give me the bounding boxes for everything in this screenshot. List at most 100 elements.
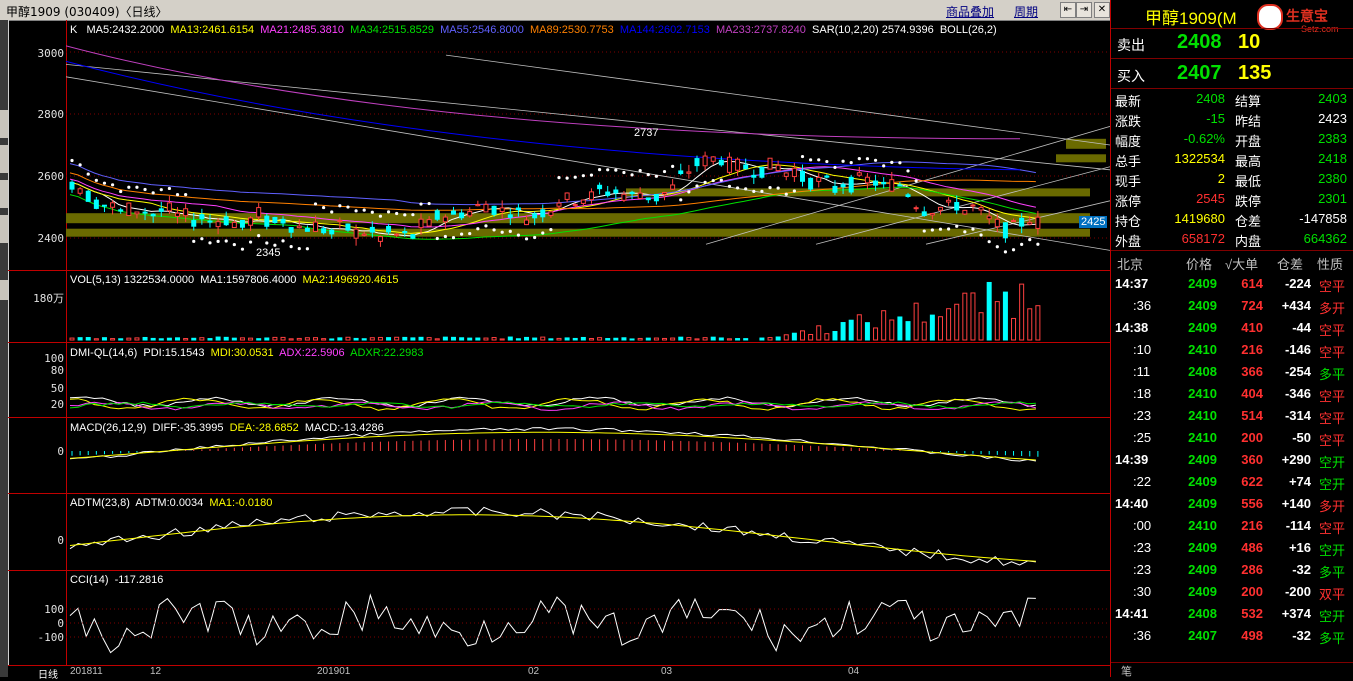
tick-nature: 多平 [1319,631,1346,646]
candle-body [686,171,692,174]
volume-bar [905,321,911,341]
tick-volume: 410 [1241,320,1263,335]
low-marker: 2345 [256,247,281,259]
side-tab[interactable] [0,180,8,208]
macd-indicator-line: MACD(26,12,9) DIFF:-35.3995 DEA:-28.6852… [70,422,384,434]
tick-time: :18 [1133,386,1152,401]
candle-body [215,221,221,228]
volume-bar [386,337,392,341]
sar-dot [557,176,561,180]
tick-time: :30 [1133,584,1152,599]
close-icon[interactable]: ✕ [1094,2,1110,18]
candle-body [702,155,708,167]
sar-dot [776,186,780,190]
candle-body [150,213,156,217]
stat-label: 开盘 [1235,134,1262,149]
candle-body [929,213,935,216]
volume-bar [507,336,513,341]
stat-label: 涨跌 [1115,114,1142,129]
candle-body [605,191,611,196]
adxr-value: ADXR:22.2983 [350,347,424,359]
adtm-label: ADTM(23,8) [70,497,130,509]
sar-dot [963,230,967,234]
y-label: 0 [57,445,64,458]
sar-dot [947,227,951,231]
side-tab[interactable] [0,145,8,173]
chart-plot-area[interactable] [66,20,1110,665]
volume-bar [889,319,895,341]
sar-dot [184,193,188,197]
volume-bar [662,337,668,341]
candle-body [678,170,684,174]
period-link[interactable]: 周期 [1014,3,1038,20]
stat-label: 涨停 [1115,194,1142,209]
sar-dot [646,173,650,177]
sar-dot [735,186,740,190]
sar-dot [508,229,512,233]
x-label: 201811 [70,666,103,677]
volume-bar [142,336,148,341]
mdi-value: MDI:30.0531 [210,347,274,359]
volume-bar [791,332,797,341]
volume-bar [986,281,992,341]
volume-bar [621,337,627,341]
x-label: 04 [848,666,860,677]
volume-bar [248,337,254,341]
candle-body [954,201,960,211]
overlay-link[interactable]: 商品叠加 [946,3,994,20]
stat-label: 内盘 [1235,234,1262,249]
candle-body [377,236,383,242]
side-tab[interactable] [0,280,8,300]
tick-nature: 多开 [1319,301,1346,316]
expand-right-icon[interactable]: ⇥ [1076,2,1092,18]
candle-body [905,194,911,198]
volume-bar [629,338,635,341]
sar-dot [987,240,991,244]
volume-bar [694,338,700,341]
tick-oi-diff: -146 [1284,342,1311,357]
side-tab[interactable] [0,215,8,243]
sar-dot [395,211,399,216]
candle-body [288,227,294,233]
candle-body [101,204,107,207]
tick-price: 2409 [1188,298,1217,313]
volume-bar [280,336,286,341]
tick-oi-diff: -346 [1284,386,1311,401]
stat-value: 2545 [1196,191,1225,206]
volume-bar [864,322,870,341]
expand-left-icon[interactable]: ⇤ [1060,2,1076,18]
volume-bar [288,338,294,341]
candle-body [694,158,700,167]
volume-bar [215,336,221,341]
sar-dot [857,156,861,161]
candle-body [832,185,838,193]
side-tab[interactable] [0,110,8,138]
sar-dot [151,191,155,195]
candle-body [881,181,887,185]
tick-oi-diff: +16 [1288,540,1311,555]
tick-oi-diff: -200 [1284,584,1311,599]
candle-body [272,216,278,224]
candle-body [110,202,116,208]
candle-body [962,209,968,215]
volume-bar [345,336,351,341]
tick-volume: 498 [1241,628,1263,643]
volume-bar [597,337,603,341]
volume-bar [207,338,213,341]
ma55-value: MA55:2546.8000 [440,24,524,36]
volume-bar [783,334,789,341]
tick-nature: 空平 [1319,345,1346,360]
volume-bar [670,337,676,341]
sar-dot [419,202,423,206]
candle-body [840,184,846,188]
volume-bar [726,338,732,341]
tick-price: 2408 [1188,606,1217,621]
sar-dot [800,154,805,159]
volume-bar [231,337,237,341]
sar-dot [687,190,691,194]
tick-nature: 双平 [1319,587,1346,602]
sar-dot [362,208,366,212]
volume-bar [832,330,838,341]
tick-price: 2407 [1188,628,1217,643]
sar-dot [768,186,772,190]
